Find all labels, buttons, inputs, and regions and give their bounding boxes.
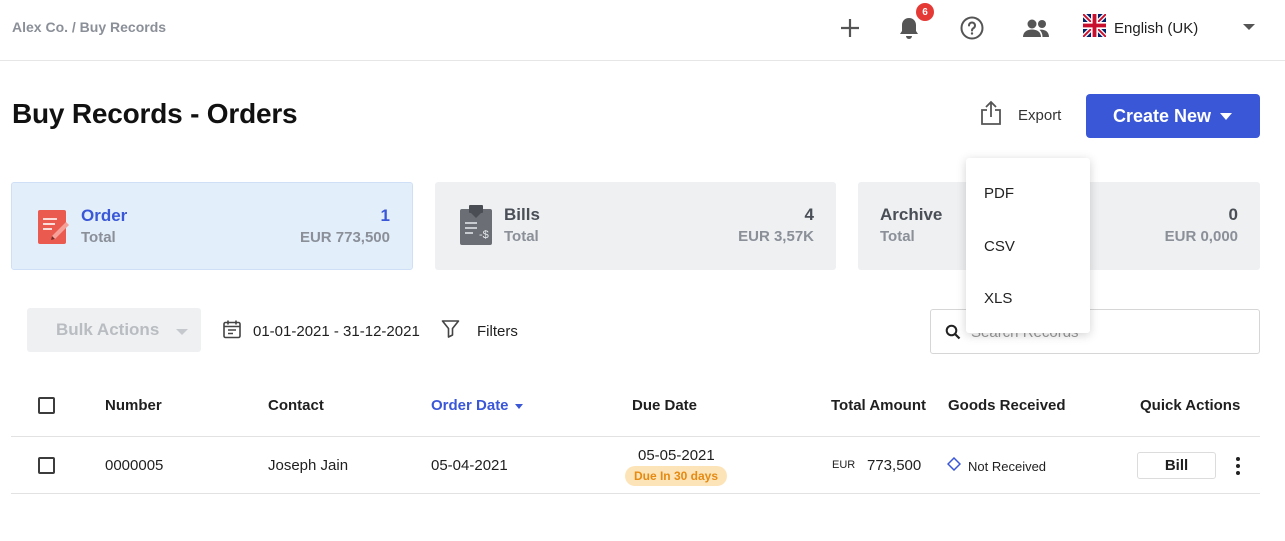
page-title: Buy Records - Orders	[12, 98, 298, 129]
diamond-icon	[946, 456, 962, 476]
notification-badge: 6	[916, 3, 934, 21]
order-date-label: Order Date	[431, 397, 509, 414]
card-count: 0	[1228, 205, 1238, 224]
users-icon[interactable]	[1021, 14, 1051, 42]
card-order[interactable]: Order Total 1 EUR 773,500	[11, 182, 413, 270]
bulk-actions-button[interactable]: Bulk Actions	[27, 308, 201, 352]
select-all-checkbox[interactable]	[38, 397, 55, 414]
export-dropdown-menu: PDF CSV XLS	[966, 158, 1090, 333]
filters-label: Filters	[477, 322, 518, 340]
column-header-contact[interactable]: Contact	[268, 397, 324, 414]
card-bills[interactable]: -$ Bills Total 4 EUR 3,57K	[435, 182, 836, 270]
create-new-button[interactable]: Create New	[1086, 94, 1260, 138]
row-divider	[11, 493, 1260, 494]
due-status-badge: Due In 30 days	[625, 466, 727, 486]
card-amount: EUR 0,000	[1164, 228, 1238, 245]
breadcrumb[interactable]: Alex Co. / Buy Records	[12, 19, 166, 35]
date-range-picker[interactable]: 01-01-2021 - 31-12-2021	[222, 319, 420, 344]
column-header-quick-actions: Quick Actions	[1140, 397, 1241, 414]
export-csv-option[interactable]: CSV	[984, 238, 1015, 255]
bulk-actions-label: Bulk Actions	[56, 320, 160, 339]
card-amount: EUR 3,57K	[738, 228, 814, 245]
card-subtitle: Total	[504, 228, 539, 245]
card-subtitle: Total	[880, 228, 915, 245]
order-doc-icon	[37, 208, 71, 250]
export-label: Export	[1018, 107, 1062, 124]
create-new-label: Create New	[1113, 105, 1212, 126]
card-subtitle: Total	[81, 229, 116, 246]
chevron-down-icon[interactable]	[1243, 24, 1255, 30]
calendar-icon	[222, 319, 242, 344]
goods-status: Not Received	[946, 456, 1047, 476]
funnel-icon	[441, 319, 460, 343]
card-amount: EUR 773,500	[299, 229, 390, 246]
order-date: 05-04-2021	[431, 457, 508, 474]
caret-down-icon	[1220, 113, 1232, 120]
search-icon	[945, 324, 961, 345]
row-checkbox[interactable]	[38, 457, 55, 474]
card-count: 1	[380, 206, 390, 225]
more-options-icon[interactable]	[1230, 456, 1246, 476]
sort-desc-icon	[514, 403, 523, 409]
caret-down-icon	[176, 329, 188, 335]
order-number[interactable]: 0000005	[105, 457, 163, 474]
bill-clipboard-icon: -$	[459, 204, 493, 246]
top-bar: Alex Co. / Buy Records 6 English (UK)	[0, 0, 1285, 61]
header-divider	[11, 436, 1260, 437]
total-amount: 773,500	[867, 457, 922, 474]
language-selector[interactable]: English (UK)	[1081, 12, 1199, 42]
card-title: Archive	[880, 205, 943, 224]
share-export-icon	[978, 100, 1004, 131]
svg-text:-$: -$	[479, 229, 489, 241]
help-icon[interactable]	[958, 14, 986, 42]
plus-icon[interactable]	[836, 14, 864, 42]
due-date: 05-05-2021	[638, 447, 715, 464]
goods-status-label: Not Received	[968, 459, 1047, 474]
bill-button[interactable]: Bill	[1137, 452, 1216, 479]
export-pdf-option[interactable]: PDF	[984, 185, 1014, 202]
filters-button[interactable]: Filters	[441, 319, 518, 343]
export-xls-option[interactable]: XLS	[984, 290, 1012, 307]
date-range-label: 01-01-2021 - 31-12-2021	[253, 323, 420, 340]
column-header-due-date[interactable]: Due Date	[632, 397, 697, 414]
column-header-goods-received[interactable]: Goods Received	[948, 397, 1066, 414]
card-count: 4	[804, 205, 814, 224]
column-header-number[interactable]: Number	[105, 397, 162, 414]
language-label: English (UK)	[1114, 19, 1199, 37]
column-header-order-date[interactable]: Order Date	[431, 397, 523, 414]
card-title: Bills	[504, 205, 540, 224]
export-button[interactable]: Export	[978, 100, 1061, 131]
contact-name: Joseph Jain	[268, 457, 349, 474]
card-title: Order	[81, 206, 128, 225]
amount-currency: EUR	[832, 459, 856, 471]
column-header-total-amount[interactable]: Total Amount	[831, 397, 926, 414]
uk-flag-icon	[1081, 12, 1108, 42]
